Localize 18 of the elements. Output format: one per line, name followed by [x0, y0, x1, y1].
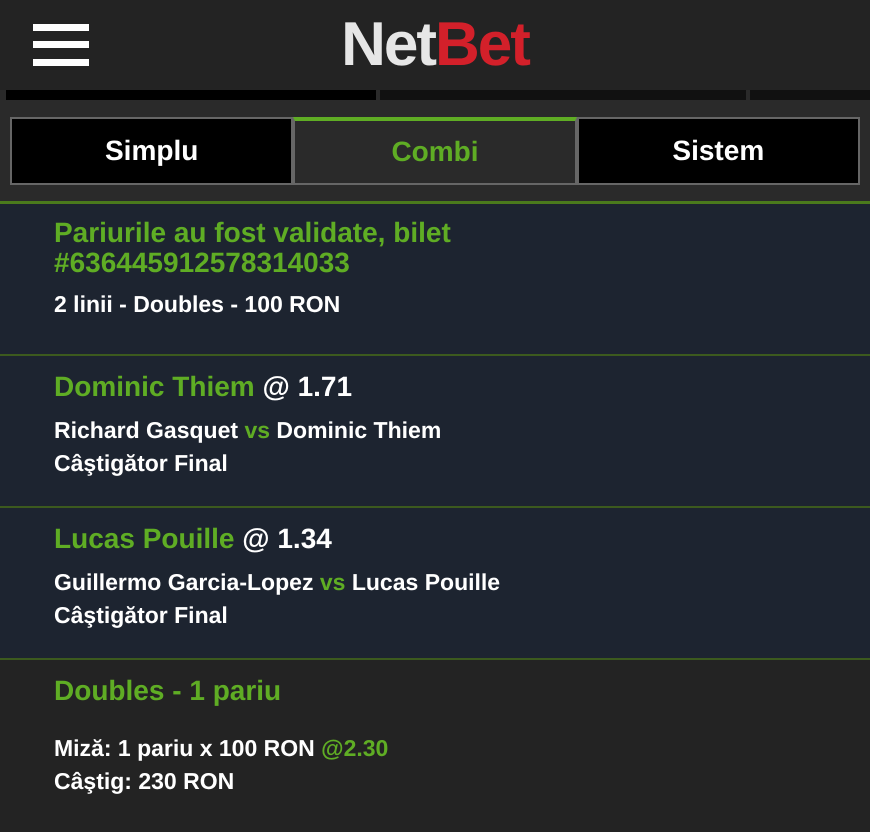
- match-name: Guillermo Garcia-Lopez vs Lucas Pouille: [54, 568, 502, 597]
- menu-icon[interactable]: [33, 24, 89, 66]
- tab[interactable]: Combi: [293, 117, 577, 185]
- tab[interactable]: Sistem: [576, 117, 860, 185]
- odds-value: @ 1.34: [242, 523, 332, 554]
- receipt-title: Pariurile au fost validate, bilet #636445912578314033: [54, 218, 452, 278]
- odds-value: @ 1.71: [262, 371, 352, 402]
- market-name: Câştigător Final: [54, 601, 229, 630]
- selection-name: Lucas Pouille: [54, 523, 234, 554]
- bet-title: Doubles - 1 pariu: [54, 674, 282, 708]
- receipt-summary: 2 linii - Doubles - 100 RON: [54, 290, 342, 319]
- tab[interactable]: Simplu: [10, 117, 294, 185]
- selection-name: Dominic Thiem: [54, 371, 255, 402]
- market-name: Câştigător Final: [54, 449, 229, 478]
- match-name: Richard Gasquet vs Dominic Thiem: [54, 416, 442, 445]
- winnings-text: Câştig: 230 RON: [54, 767, 236, 796]
- logo[interactable]: NetBet: [341, 14, 529, 76]
- stake-text: Miză: 1 pariu x 100 RON @2.30: [54, 734, 390, 763]
